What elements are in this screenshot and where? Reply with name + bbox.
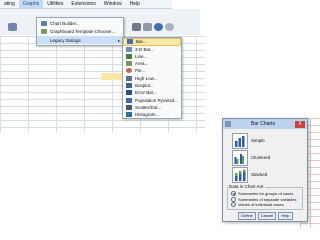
radio-individual-cases[interactable]: Values of individual cases: [231, 202, 284, 207]
histogram-icon: [126, 112, 132, 118]
toolbar-use-sets-icon[interactable]: [143, 23, 152, 31]
chart-builder-icon: [41, 20, 47, 26]
radio-separate-variables[interactable]: Summaries of separate variables: [231, 196, 297, 202]
menu-help[interactable]: Help: [126, 0, 144, 8]
radio-label: Summaries for groups of cases: [238, 191, 294, 196]
toolbar-table-icon[interactable]: [8, 23, 17, 31]
radio-button[interactable]: [231, 202, 236, 207]
submenu-item-label: Pie...: [135, 68, 146, 74]
submenu-item-label: Area...: [135, 61, 149, 67]
stacked-bar-icon: [235, 169, 246, 181]
submenu-item-histogram[interactable]: Histogram...: [123, 111, 181, 119]
radio-button[interactable]: [231, 196, 236, 202]
pyramid-icon: [126, 97, 132, 103]
menu-item-chart-builder[interactable]: Chart Builder...: [37, 19, 123, 27]
help-button[interactable]: Help: [278, 212, 293, 220]
menu-extensions[interactable]: Extensions: [67, 0, 99, 8]
bar-3d-icon: [126, 46, 132, 52]
submenu-item-label: Line...: [135, 53, 148, 59]
bar-icon: [127, 39, 133, 45]
menu-item-label: Graphboard Template Chooser...: [50, 28, 116, 34]
scatter-icon: [126, 104, 132, 110]
radio-button[interactable]: [231, 191, 236, 196]
dialog-title: Bar Charts: [251, 121, 275, 127]
radio-label: Summaries of separate variables: [238, 196, 297, 202]
selected-cell[interactable]: [101, 73, 124, 80]
define-button[interactable]: Define: [238, 212, 256, 220]
radio-label: Values of individual cases: [238, 202, 284, 207]
menu-graphs[interactable]: Graphs: [18, 0, 44, 8]
stacked-label: Stacked: [251, 172, 268, 177]
error-bar-icon: [126, 90, 132, 96]
cancel-button[interactable]: Cancel: [258, 212, 276, 220]
bar-charts-dialog: Bar Charts X Simple Clustered Stacked Da…: [222, 118, 308, 222]
area-icon: [126, 61, 132, 67]
menu-item-graphboard[interactable]: Graphboard Template Chooser...: [37, 27, 123, 35]
stacked-option[interactable]: [232, 167, 248, 183]
blank-icon: [41, 38, 47, 43]
graphboard-icon: [41, 28, 47, 34]
submenu-item-label: High-Low...: [135, 75, 158, 81]
submenu-item-label: Histogram...: [135, 112, 160, 118]
boxplot-icon: [126, 83, 132, 89]
dialog-title-bar[interactable]: Bar Charts X: [223, 119, 307, 129]
toolbar-show-all-icon[interactable]: [154, 23, 163, 31]
toolbar-spell-icon[interactable]: [165, 23, 174, 31]
menu-window[interactable]: Window: [100, 0, 126, 8]
submenu-item-label: Bar...: [136, 39, 147, 45]
menu-item-label: Legacy Dialogs: [50, 37, 81, 43]
menu-bar: ating Graphs Utilities Extensions Window…: [0, 0, 172, 9]
menu-item-label: Chart Builder...: [50, 20, 80, 26]
clustered-option[interactable]: [232, 150, 248, 166]
pie-icon: [126, 68, 132, 74]
submenu-item-label: Boxplot...: [135, 83, 154, 89]
radio-groups-of-cases[interactable]: Summaries for groups of cases: [231, 191, 293, 196]
menu-item-legacy-dialogs[interactable]: Legacy Dialogs ▸: [37, 36, 123, 44]
menu-transforming[interactable]: ating: [0, 0, 19, 8]
submenu-item-label: 3-D Bar...: [135, 46, 155, 52]
submenu-item-label: Error Bar...: [135, 90, 157, 96]
legacy-dialogs-submenu: Bar... 3-D Bar... Line... Area... Pie...…: [122, 37, 182, 119]
clustered-bar-icon: [234, 154, 244, 164]
menu-utilities[interactable]: Utilities: [43, 0, 67, 8]
submenu-item-label: Scatter/Dot...: [135, 104, 162, 110]
graphs-dropdown: Chart Builder... Graphboard Template Cho…: [36, 17, 124, 46]
clustered-label: Clustered: [251, 155, 271, 160]
chevron-right-icon: ▸: [117, 37, 120, 43]
toolbar-value-labels-icon[interactable]: [132, 23, 141, 31]
line-icon: [126, 53, 132, 59]
simple-bar-icon: [235, 136, 245, 147]
simple-option[interactable]: [232, 133, 248, 149]
data-in-chart-label: Data in Chart Are: [228, 184, 265, 189]
high-low-icon: [126, 75, 132, 81]
submenu-item-label: Population Pyramid...: [135, 97, 178, 103]
close-button[interactable]: X: [295, 120, 305, 128]
simple-label: Simple: [251, 138, 265, 143]
